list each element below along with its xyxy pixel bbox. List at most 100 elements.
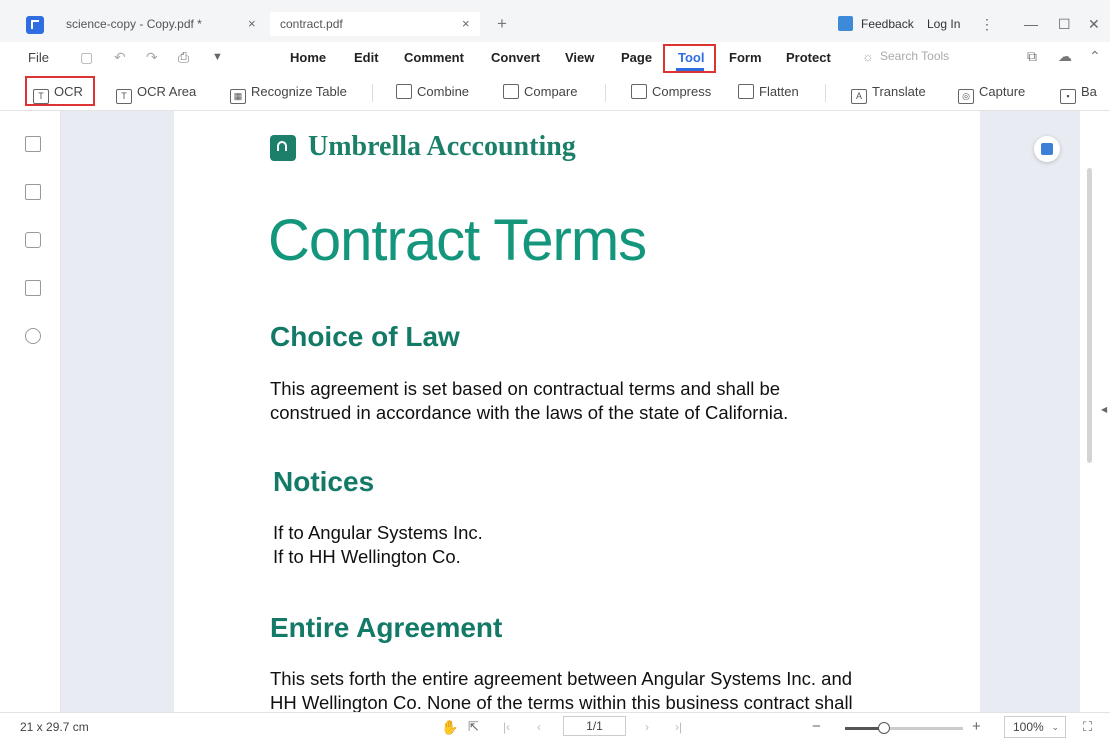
dropdown-icon[interactable]: ▼ bbox=[212, 51, 223, 63]
upload-cloud-icon[interactable]: ☁ bbox=[1058, 48, 1072, 65]
ocr-label: OCR bbox=[54, 84, 83, 99]
menu-comment[interactable]: Comment bbox=[404, 48, 464, 68]
menu-edit[interactable]: Edit bbox=[354, 48, 379, 68]
search-icon[interactable] bbox=[25, 328, 41, 344]
menu-home[interactable]: Home bbox=[290, 48, 326, 68]
menu-page[interactable]: Page bbox=[621, 48, 652, 68]
collapse-icon[interactable]: ⌃ bbox=[1089, 48, 1101, 65]
pdf-page: Umbrella Acccounting Contract Terms Choi… bbox=[174, 111, 980, 712]
flatten-label: Flatten bbox=[759, 84, 799, 99]
capture-label: Capture bbox=[979, 84, 1026, 99]
hand-tool-icon[interactable]: ✋ bbox=[441, 718, 458, 736]
zoom-in-icon[interactable]: + bbox=[972, 718, 981, 736]
bookmark-icon[interactable] bbox=[25, 184, 41, 200]
compare-icon bbox=[503, 84, 519, 99]
separator bbox=[605, 84, 606, 102]
ocr-area-button[interactable]: T OCR Area bbox=[116, 82, 196, 104]
menu-file[interactable]: File bbox=[28, 48, 49, 68]
recognize-table-label: Recognize Table bbox=[251, 84, 347, 99]
compress-label: Compress bbox=[652, 84, 712, 99]
zoom-slider-handle[interactable] bbox=[877, 722, 890, 734]
fit-page-icon[interactable]: ⛶ bbox=[1083, 718, 1092, 736]
section-heading: Entire Agreement bbox=[270, 612, 503, 643]
search-tools-input[interactable]: Search Tools bbox=[880, 49, 949, 63]
redo-icon[interactable]: ↷ bbox=[146, 49, 158, 66]
more-icon[interactable]: ⋮ bbox=[980, 12, 994, 36]
batch-label: Ba bbox=[1081, 84, 1097, 99]
table-icon: ▦ bbox=[230, 89, 246, 104]
translate-button[interactable]: A Translate bbox=[851, 82, 926, 104]
close-icon[interactable]: × bbox=[248, 12, 256, 36]
save-icon[interactable]: ▢ bbox=[80, 49, 93, 66]
convert-to-word-icon[interactable] bbox=[1034, 136, 1060, 162]
menu-form[interactable]: Form bbox=[729, 48, 762, 68]
left-sidebar bbox=[0, 111, 61, 712]
tab-science-copy[interactable]: science-copy - Copy.pdf * × bbox=[58, 12, 268, 36]
zoom-value: 100% bbox=[1013, 720, 1044, 734]
section-line: This agreement is set based on contractu… bbox=[270, 378, 781, 399]
prev-page-icon[interactable]: ‹ bbox=[537, 718, 541, 736]
document-title: Contract Terms bbox=[268, 208, 647, 273]
compress-button[interactable]: Compress bbox=[631, 82, 711, 102]
translate-label: Translate bbox=[872, 84, 926, 99]
lightbulb-icon: ☼ bbox=[862, 49, 874, 64]
zoom-select[interactable]: 100% ⌄ bbox=[1004, 716, 1066, 738]
tab-title: science-copy - Copy.pdf * bbox=[66, 17, 202, 31]
section-heading: Notices bbox=[273, 466, 375, 497]
section-line: This sets forth the entire agreement bet… bbox=[270, 668, 853, 689]
camera-icon: ◎ bbox=[958, 89, 974, 104]
batch-icon: ▪ bbox=[1060, 89, 1076, 104]
combine-icon bbox=[396, 84, 412, 99]
feedback-icon bbox=[838, 16, 853, 31]
zoom-out-icon[interactable]: − bbox=[812, 718, 821, 736]
section-line: construed in accordance with the laws of… bbox=[270, 402, 789, 423]
app-logo-icon bbox=[26, 16, 44, 34]
ocr-area-label: OCR Area bbox=[137, 84, 197, 99]
comment-icon[interactable] bbox=[25, 232, 41, 248]
close-window-button[interactable]: ✕ bbox=[1088, 12, 1100, 36]
compare-label: Compare bbox=[524, 84, 578, 99]
thumbnails-icon[interactable] bbox=[25, 136, 41, 152]
new-tab-button[interactable]: + bbox=[497, 12, 507, 36]
flatten-icon bbox=[738, 84, 754, 99]
next-page-icon[interactable]: › bbox=[645, 718, 649, 736]
undo-icon[interactable]: ↶ bbox=[114, 49, 126, 66]
share-icon[interactable]: ⧉ bbox=[1027, 48, 1037, 65]
maximize-button[interactable]: ☐ bbox=[1058, 12, 1071, 36]
page-number-input[interactable]: 1/1 bbox=[563, 716, 626, 736]
ocr-icon: T bbox=[33, 89, 49, 104]
combine-button[interactable]: Combine bbox=[396, 82, 469, 102]
login-link[interactable]: Log In bbox=[927, 12, 960, 36]
menu-protect[interactable]: Protect bbox=[786, 48, 831, 68]
menu-convert[interactable]: Convert bbox=[491, 48, 540, 68]
select-tool-icon[interactable]: ⇱ bbox=[468, 718, 479, 736]
print-icon[interactable]: ⎙ bbox=[178, 49, 189, 66]
ocr-button[interactable]: T OCR bbox=[33, 82, 83, 104]
vertical-scrollbar[interactable] bbox=[1087, 168, 1092, 463]
recognize-table-button[interactable]: ▦ Recognize Table bbox=[230, 82, 347, 104]
feedback-link[interactable]: Feedback bbox=[861, 12, 914, 36]
flatten-button[interactable]: Flatten bbox=[738, 82, 799, 102]
separator bbox=[372, 84, 373, 102]
first-page-icon[interactable]: |‹ bbox=[503, 718, 510, 736]
capture-button[interactable]: ◎ Capture bbox=[958, 82, 1025, 104]
page-size-label: 21 x 29.7 cm bbox=[20, 720, 89, 734]
umbrella-logo-icon bbox=[270, 135, 296, 161]
tab-title: contract.pdf bbox=[280, 17, 343, 31]
close-icon[interactable]: × bbox=[462, 12, 470, 36]
compare-button[interactable]: Compare bbox=[503, 82, 577, 102]
chevron-down-icon: ⌄ bbox=[1051, 722, 1059, 732]
combine-label: Combine bbox=[417, 84, 470, 99]
menu-view[interactable]: View bbox=[565, 48, 594, 68]
compress-icon bbox=[631, 84, 647, 99]
ocr-area-icon: T bbox=[116, 89, 132, 104]
batch-button[interactable]: ▪ Ba bbox=[1060, 82, 1097, 104]
attachment-icon[interactable] bbox=[25, 280, 41, 296]
tab-contract[interactable]: contract.pdf × bbox=[270, 12, 480, 36]
brand-name: Umbrella Acccounting bbox=[308, 131, 576, 162]
section-line: If to HH Wellington Co. bbox=[273, 546, 461, 567]
expand-right-panel-icon[interactable]: ◀ bbox=[1101, 405, 1107, 414]
minimize-button[interactable]: — bbox=[1024, 12, 1038, 36]
last-page-icon[interactable]: ›| bbox=[675, 718, 682, 736]
highlight-box bbox=[663, 44, 716, 73]
